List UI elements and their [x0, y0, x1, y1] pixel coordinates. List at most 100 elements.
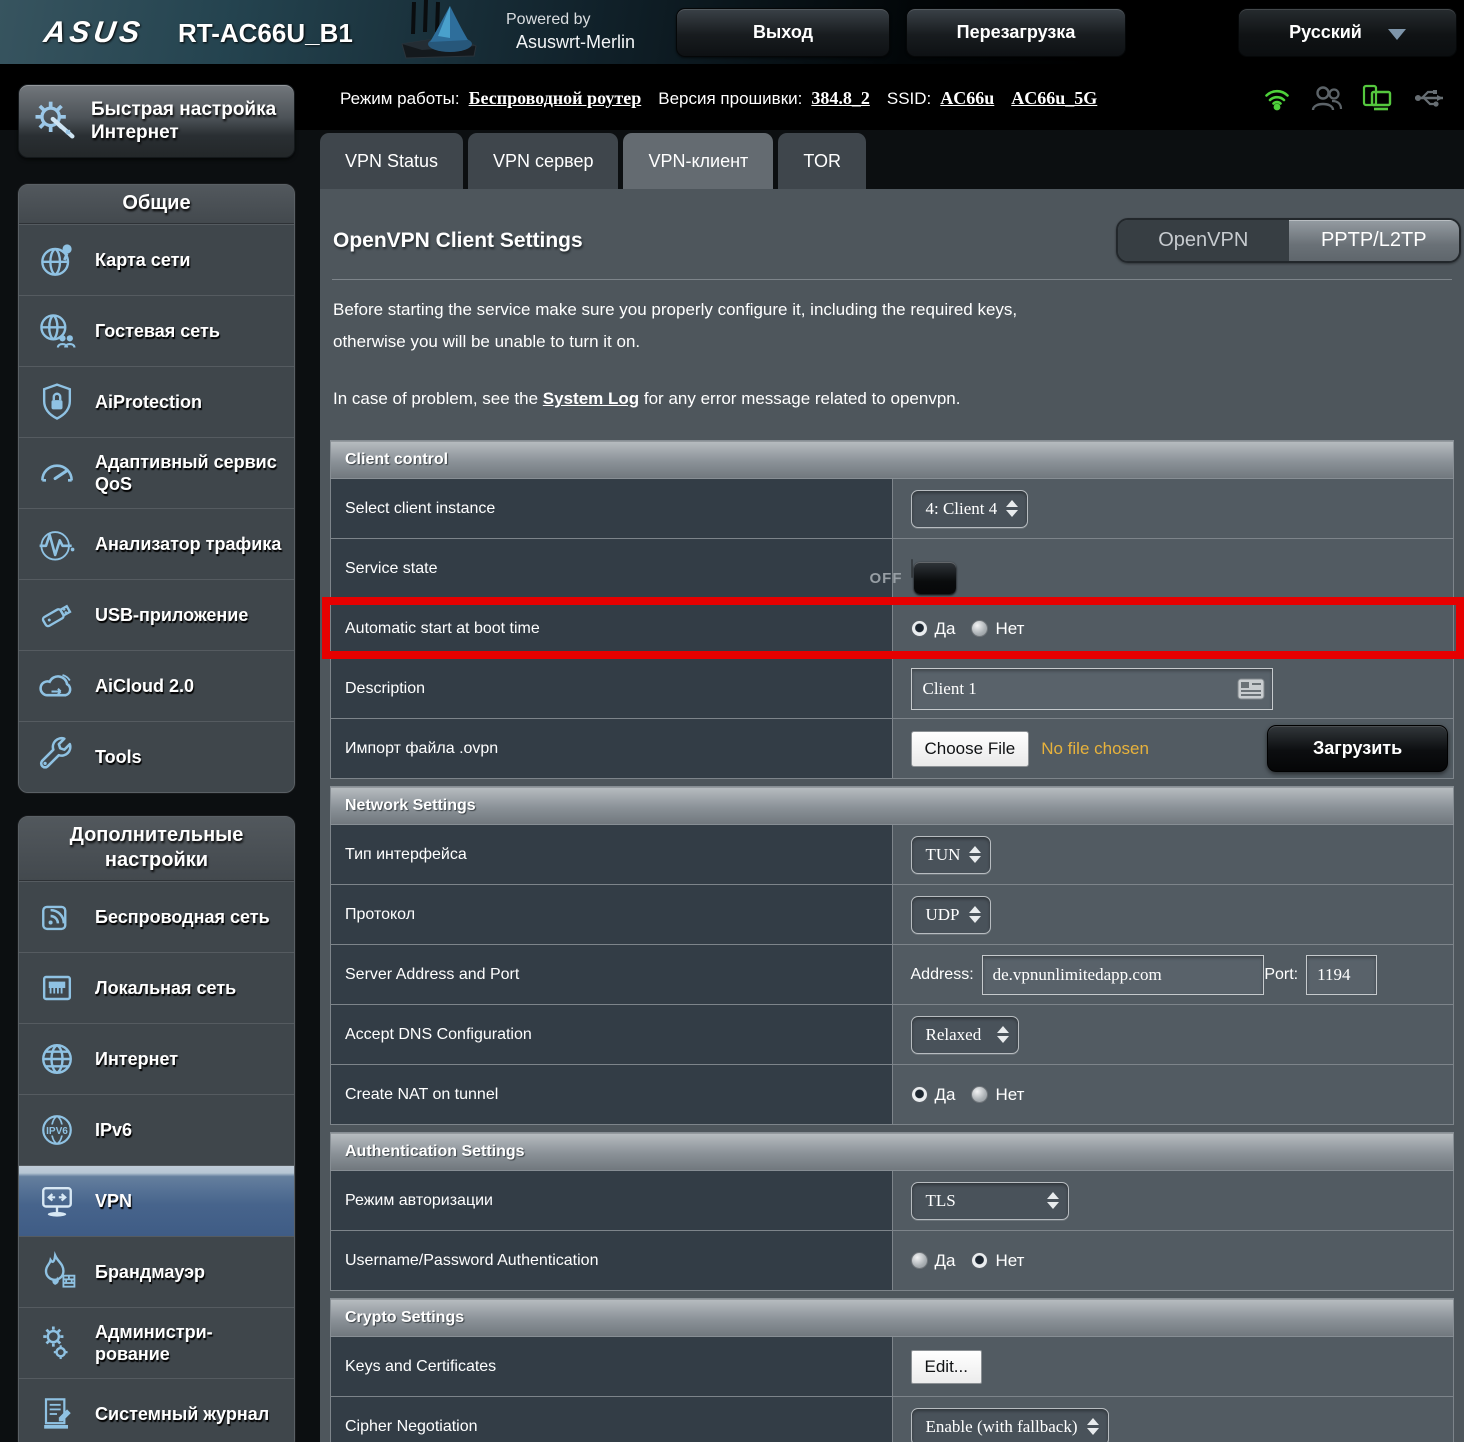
powered-by-line2: Asuswrt-Merlin	[516, 31, 635, 53]
qos-gauge-icon	[31, 451, 83, 495]
crypto-settings-table: Crypto Settings Keys and Certificates Ed…	[330, 1298, 1454, 1442]
client-control-table: Client control Select client instance 4:…	[330, 440, 1454, 779]
choose-file-button[interactable]: Choose File	[911, 731, 1030, 767]
network-settings-table: Network Settings Тип интерфейса TUN Прот…	[330, 786, 1454, 1125]
guest-network-icon	[31, 309, 83, 353]
firmware-value-link[interactable]: 384.8_2	[811, 88, 870, 109]
sidebar-item-ipv6[interactable]: IPV6 IPv6	[19, 1094, 294, 1165]
service-state-toggle[interactable]: OFF	[911, 559, 913, 578]
sidebar-item-aicloud[interactable]: AiCloud 2.0	[19, 650, 294, 721]
tab-vpn-status[interactable]: VPN Status	[320, 133, 463, 189]
edit-keys-button[interactable]: Edit...	[911, 1350, 982, 1384]
content-panel: OpenVPN Client Settings OpenVPN PPTP/L2T…	[320, 189, 1464, 1442]
select-spinner-icon	[1087, 1418, 1099, 1435]
reboot-button[interactable]: Перезагрузка	[906, 8, 1126, 57]
quick-internet-setup-button[interactable]: Быстрая настройка Интернет	[18, 84, 295, 158]
table-row: Импорт файла .ovpn Choose FileNo file ch…	[331, 719, 1454, 779]
sidebar-item-firewall[interactable]: Брандмауэр	[19, 1236, 294, 1307]
wifi-status-icon[interactable]	[1261, 82, 1293, 114]
sidebar: Быстрая настройка Интернет Общие Карта с…	[18, 84, 295, 158]
router-admin-screen: ASUS RT-AC66U_B1 Powered by Asuswrt-Merl…	[0, 0, 1464, 1442]
table-row: Keys and Certificates Edit...	[331, 1337, 1454, 1397]
description-input[interactable]: Client 1	[911, 668, 1273, 710]
cipher-negotiation-label: Cipher Negotiation	[331, 1397, 893, 1442]
keys-certs-label: Keys and Certificates	[331, 1337, 893, 1397]
description-label: Description	[331, 659, 893, 719]
sidebar-item-aiprotection[interactable]: AiProtection	[19, 366, 294, 437]
internet-globe-icon	[31, 1037, 83, 1081]
server-address-input[interactable]: de.vpnunlimitedapp.com	[982, 955, 1265, 995]
table-row: Server Address and Port Address: de.vpnu…	[331, 945, 1454, 1005]
openvpn-toggle-button[interactable]: OpenVPN	[1118, 220, 1289, 261]
userpass-auth-label: Username/Password Authentication	[331, 1231, 893, 1291]
auto-start-no-radio[interactable]	[971, 620, 988, 637]
ipv6-icon: IPV6	[31, 1108, 83, 1152]
logout-button[interactable]: Выход	[676, 8, 890, 57]
sidebar-item-internet[interactable]: Интернет	[19, 1023, 294, 1094]
userpass-no-radio[interactable]	[971, 1252, 988, 1269]
ssid-5g-link[interactable]: AC66u_5G	[1011, 88, 1097, 109]
server-port-input[interactable]: 1194	[1306, 955, 1377, 995]
accept-dns-select[interactable]: Relaxed	[911, 1016, 1019, 1054]
ssid-24-link[interactable]: AC66u	[940, 88, 994, 109]
sidebar-item-vpn[interactable]: VPN	[19, 1165, 294, 1236]
sidebar-item-qos[interactable]: Адаптивный сервис QoS	[19, 437, 294, 508]
auto-start-yes-radio[interactable]	[911, 620, 928, 637]
pptp-l2tp-toggle-button[interactable]: PPTP/L2TP	[1289, 220, 1460, 261]
sidebar-item-tools[interactable]: Tools	[19, 721, 294, 792]
table-row: Тип интерфейса TUN	[331, 825, 1454, 885]
select-spinner-icon	[997, 1026, 1009, 1043]
mode-value-link[interactable]: Беспроводной роутер	[469, 88, 642, 109]
protocol-select[interactable]: UDP	[911, 896, 991, 934]
ssid-label: SSID:	[887, 89, 931, 109]
client-instance-select[interactable]: 4: Client 4	[911, 490, 1029, 528]
intro-line1: Before starting the service make sure yo…	[333, 294, 1017, 326]
powered-by: Powered by Asuswrt-Merlin	[506, 9, 635, 53]
mode-label: Режим работы:	[340, 89, 460, 109]
sidebar-item-guest-network[interactable]: Гостевая сеть	[19, 295, 294, 366]
sidebar-item-usb-app[interactable]: USB-приложение	[19, 579, 294, 650]
tab-vpn-client[interactable]: VPN-клиент	[623, 133, 773, 189]
create-nat-yes-radio[interactable]	[911, 1086, 928, 1103]
tab-tor[interactable]: TOR	[778, 133, 866, 189]
toggle-state-label: OFF	[870, 560, 903, 598]
table-row: Протокол UDP	[331, 885, 1454, 945]
administration-gears-icon	[31, 1321, 83, 1365]
usb-status-icon[interactable]	[1412, 82, 1448, 114]
devices-status-icon[interactable]	[1361, 82, 1395, 114]
table-row: Username/Password Authentication ДаНет	[331, 1231, 1454, 1291]
group-advanced-title: Дополнительные настройки	[19, 817, 294, 881]
table-row: Режим авторизации TLS	[331, 1171, 1454, 1231]
traffic-analyzer-icon	[31, 522, 83, 566]
client-list-icon[interactable]	[1237, 678, 1265, 700]
select-spinner-icon	[969, 846, 981, 863]
group-general-title: Общие	[19, 185, 294, 224]
wrench-icon	[31, 735, 83, 779]
firewall-flame-icon	[31, 1250, 83, 1294]
create-nat-no-radio[interactable]	[971, 1086, 988, 1103]
sidebar-item-wireless[interactable]: Беспроводная сеть	[19, 881, 294, 952]
sidebar-item-administration[interactable]: Администри- рование	[19, 1307, 294, 1378]
router-model: RT-AC66U_B1	[178, 18, 353, 49]
sidebar-item-lan[interactable]: Локальная сеть	[19, 952, 294, 1023]
table-row: Service state OFF	[331, 539, 1454, 599]
interface-type-select[interactable]: TUN	[911, 836, 992, 874]
lan-port-icon	[31, 966, 83, 1010]
cipher-negotiation-select[interactable]: Enable (with fallback)	[911, 1408, 1109, 1442]
upload-button[interactable]: Загрузить	[1267, 725, 1448, 772]
sidebar-item-network-map[interactable]: Карта сети	[19, 224, 294, 295]
port-label: Port:	[1264, 966, 1298, 984]
userpass-yes-radio[interactable]	[911, 1252, 928, 1269]
vpn-icon	[31, 1179, 83, 1223]
sidebar-item-traffic-analyzer[interactable]: Анализатор трафика	[19, 508, 294, 579]
select-spinner-icon	[1006, 500, 1018, 517]
system-log-link[interactable]: System Log	[543, 389, 639, 408]
auth-mode-select[interactable]: TLS	[911, 1182, 1069, 1220]
router-merlin-icon	[392, 0, 488, 69]
vpn-tab-bar: VPN Status VPN сервер VPN-клиент TOR	[320, 133, 866, 189]
tab-vpn-server[interactable]: VPN сервер	[468, 133, 618, 189]
sidebar-item-system-log[interactable]: Системный журнал	[19, 1378, 294, 1442]
language-select[interactable]: Русский	[1238, 8, 1457, 57]
clients-status-icon[interactable]	[1310, 82, 1344, 114]
table-row: Accept DNS Configuration Relaxed	[331, 1005, 1454, 1065]
